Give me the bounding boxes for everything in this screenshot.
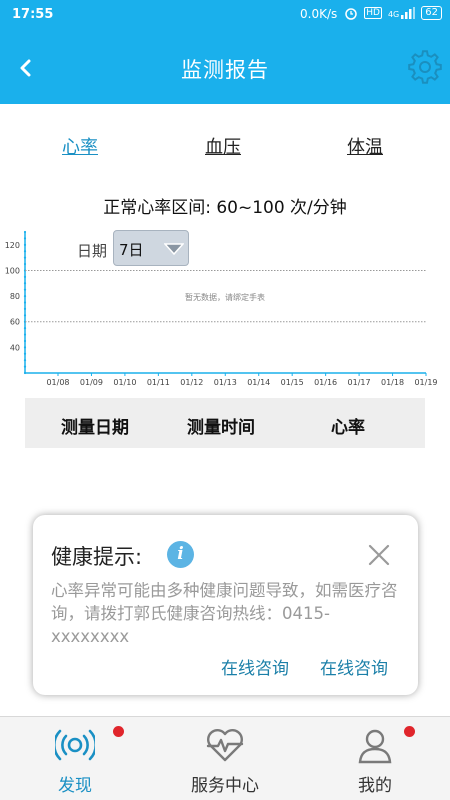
x-tick-label: 01/19 <box>414 378 437 387</box>
discover-badge <box>113 726 124 737</box>
nav-label: 服务中心 <box>191 776 259 796</box>
y-axis-minor-tick <box>23 288 27 291</box>
measurement-table-header: 测量日期 测量时间 心率 <box>25 398 425 448</box>
date-range-value: 7日 <box>119 241 144 259</box>
heart-rate-chart: 40 60 80 100 120 01/08 01/09 01/10 01/11 01/12 01/… <box>0 228 450 390</box>
x-tick-label: 01/18 <box>381 378 404 387</box>
y-tick-label: 80 <box>10 292 20 301</box>
y-axis-minor-tick <box>23 371 27 375</box>
x-tick-label: 01/13 <box>214 378 237 387</box>
nav-label: 我的 <box>358 776 392 796</box>
network-speed: 0.0K/s <box>300 7 338 21</box>
x-tick-label: 01/16 <box>314 378 337 387</box>
column-date: 测量日期 <box>61 418 129 438</box>
bottom-nav: 发现 服务中心 我的 <box>0 716 450 800</box>
y-axis-minor-tick <box>23 327 27 330</box>
online-consult-link-2[interactable]: 在线咨询 <box>320 654 388 679</box>
y-axis-minor-tick <box>23 243 27 246</box>
x-tick-label: 01/14 <box>247 378 270 387</box>
online-consult-link[interactable]: 在线咨询 <box>221 654 289 679</box>
y-axis-minor-tick <box>23 262 27 266</box>
x-tick-label: 01/11 <box>147 378 170 387</box>
column-heart-rate: 心率 <box>331 418 365 438</box>
status-icons: HD 4G 62 <box>344 6 442 20</box>
pulse-signal-icon <box>55 729 95 761</box>
y-axis-minor-tick <box>23 352 27 355</box>
y-axis-minor-tick <box>23 307 27 311</box>
x-tick-label: 01/10 <box>113 378 136 387</box>
status-time: 17:55 <box>12 7 54 22</box>
x-tick-label: 01/15 <box>281 378 304 387</box>
y-axis-minor-tick <box>23 294 27 298</box>
nav-discover[interactable]: 发现 <box>0 717 150 800</box>
app-header: 17:55 0.0K/s HD 4G 62 监测报告 <box>0 0 450 104</box>
x-tick-label: 01/12 <box>180 378 203 387</box>
x-tick-label: 01/08 <box>46 378 69 387</box>
column-time: 测量时间 <box>187 418 255 438</box>
signal-icon: 4G <box>387 7 416 19</box>
y-tick-label: 100 <box>5 266 20 275</box>
close-icon <box>368 544 390 566</box>
hd-icon: HD <box>364 7 382 19</box>
date-range-select[interactable]: 7日 <box>113 230 189 266</box>
y-axis-minor-tick <box>23 250 27 253</box>
chevron-down-icon <box>164 243 184 256</box>
info-icon: i <box>167 541 194 568</box>
y-axis-minor-tick <box>23 346 27 349</box>
gear-icon <box>408 50 442 84</box>
y-axis-minor-tick <box>23 301 27 304</box>
nav-service-center[interactable]: 服务中心 <box>150 717 300 800</box>
tab-heart-rate[interactable]: 心率 <box>62 133 98 159</box>
y-axis-minor-tick <box>23 365 27 368</box>
y-axis-minor-tick <box>23 275 27 278</box>
heart-rate-icon <box>206 729 244 762</box>
battery-icon: 62 <box>421 6 442 20</box>
settings-button[interactable] <box>408 50 442 84</box>
y-axis-minor-tick <box>23 333 27 336</box>
chart-svg: 40 60 80 100 120 01/08 01/09 01/10 01/11 01/12 01/… <box>5 230 438 387</box>
y-tick-label: 60 <box>10 318 20 327</box>
network-type: 4G <box>387 10 400 19</box>
date-filter-label: 日期 <box>77 242 108 260</box>
nav-mine[interactable]: 我的 <box>300 717 450 800</box>
screen: 17:55 0.0K/s HD 4G 62 监测报告 心率 血压 体温 正常心率… <box>0 0 450 800</box>
health-tip-card: 健康提示: i 心率异常可能由多种健康问题导致，如需医疗咨询，请拨打郭氏健康咨询… <box>33 515 418 695</box>
y-axis-minor-tick <box>23 314 27 317</box>
status-bar: 17:55 0.0K/s HD 4G 62 <box>0 0 450 30</box>
health-tip-title: 健康提示: <box>51 545 143 569</box>
y-axis-minor-tick <box>23 230 27 234</box>
tab-blood-pressure[interactable]: 血压 <box>205 133 241 159</box>
mine-badge <box>404 726 415 737</box>
x-tick-label: 01/09 <box>80 378 103 387</box>
x-tick-label: 01/17 <box>348 378 371 387</box>
y-axis-minor-tick <box>23 237 27 240</box>
y-axis-minor-tick <box>23 282 27 285</box>
health-tip-text: 心率异常可能由多种健康问题导致，如需医疗咨询，请拨打郭氏健康咨询热线：0415-… <box>51 581 398 646</box>
close-button[interactable] <box>368 544 390 566</box>
no-data-text: 暂无数据，请绑定手表 <box>185 292 265 302</box>
alarm-icon <box>345 8 358 20</box>
nav-label: 发现 <box>58 776 92 796</box>
y-axis-minor-tick <box>23 339 27 343</box>
normal-range-text: 正常心率区间: 60~100 次/分钟 <box>103 198 347 218</box>
y-tick-label: 40 <box>10 343 20 352</box>
y-axis-minor-tick <box>23 359 27 362</box>
tab-temperature[interactable]: 体温 <box>347 133 383 159</box>
y-axis-minor-tick <box>23 256 27 259</box>
page-title: 监测报告 <box>181 58 269 82</box>
user-icon <box>358 729 392 764</box>
y-tick-label: 120 <box>5 241 20 250</box>
